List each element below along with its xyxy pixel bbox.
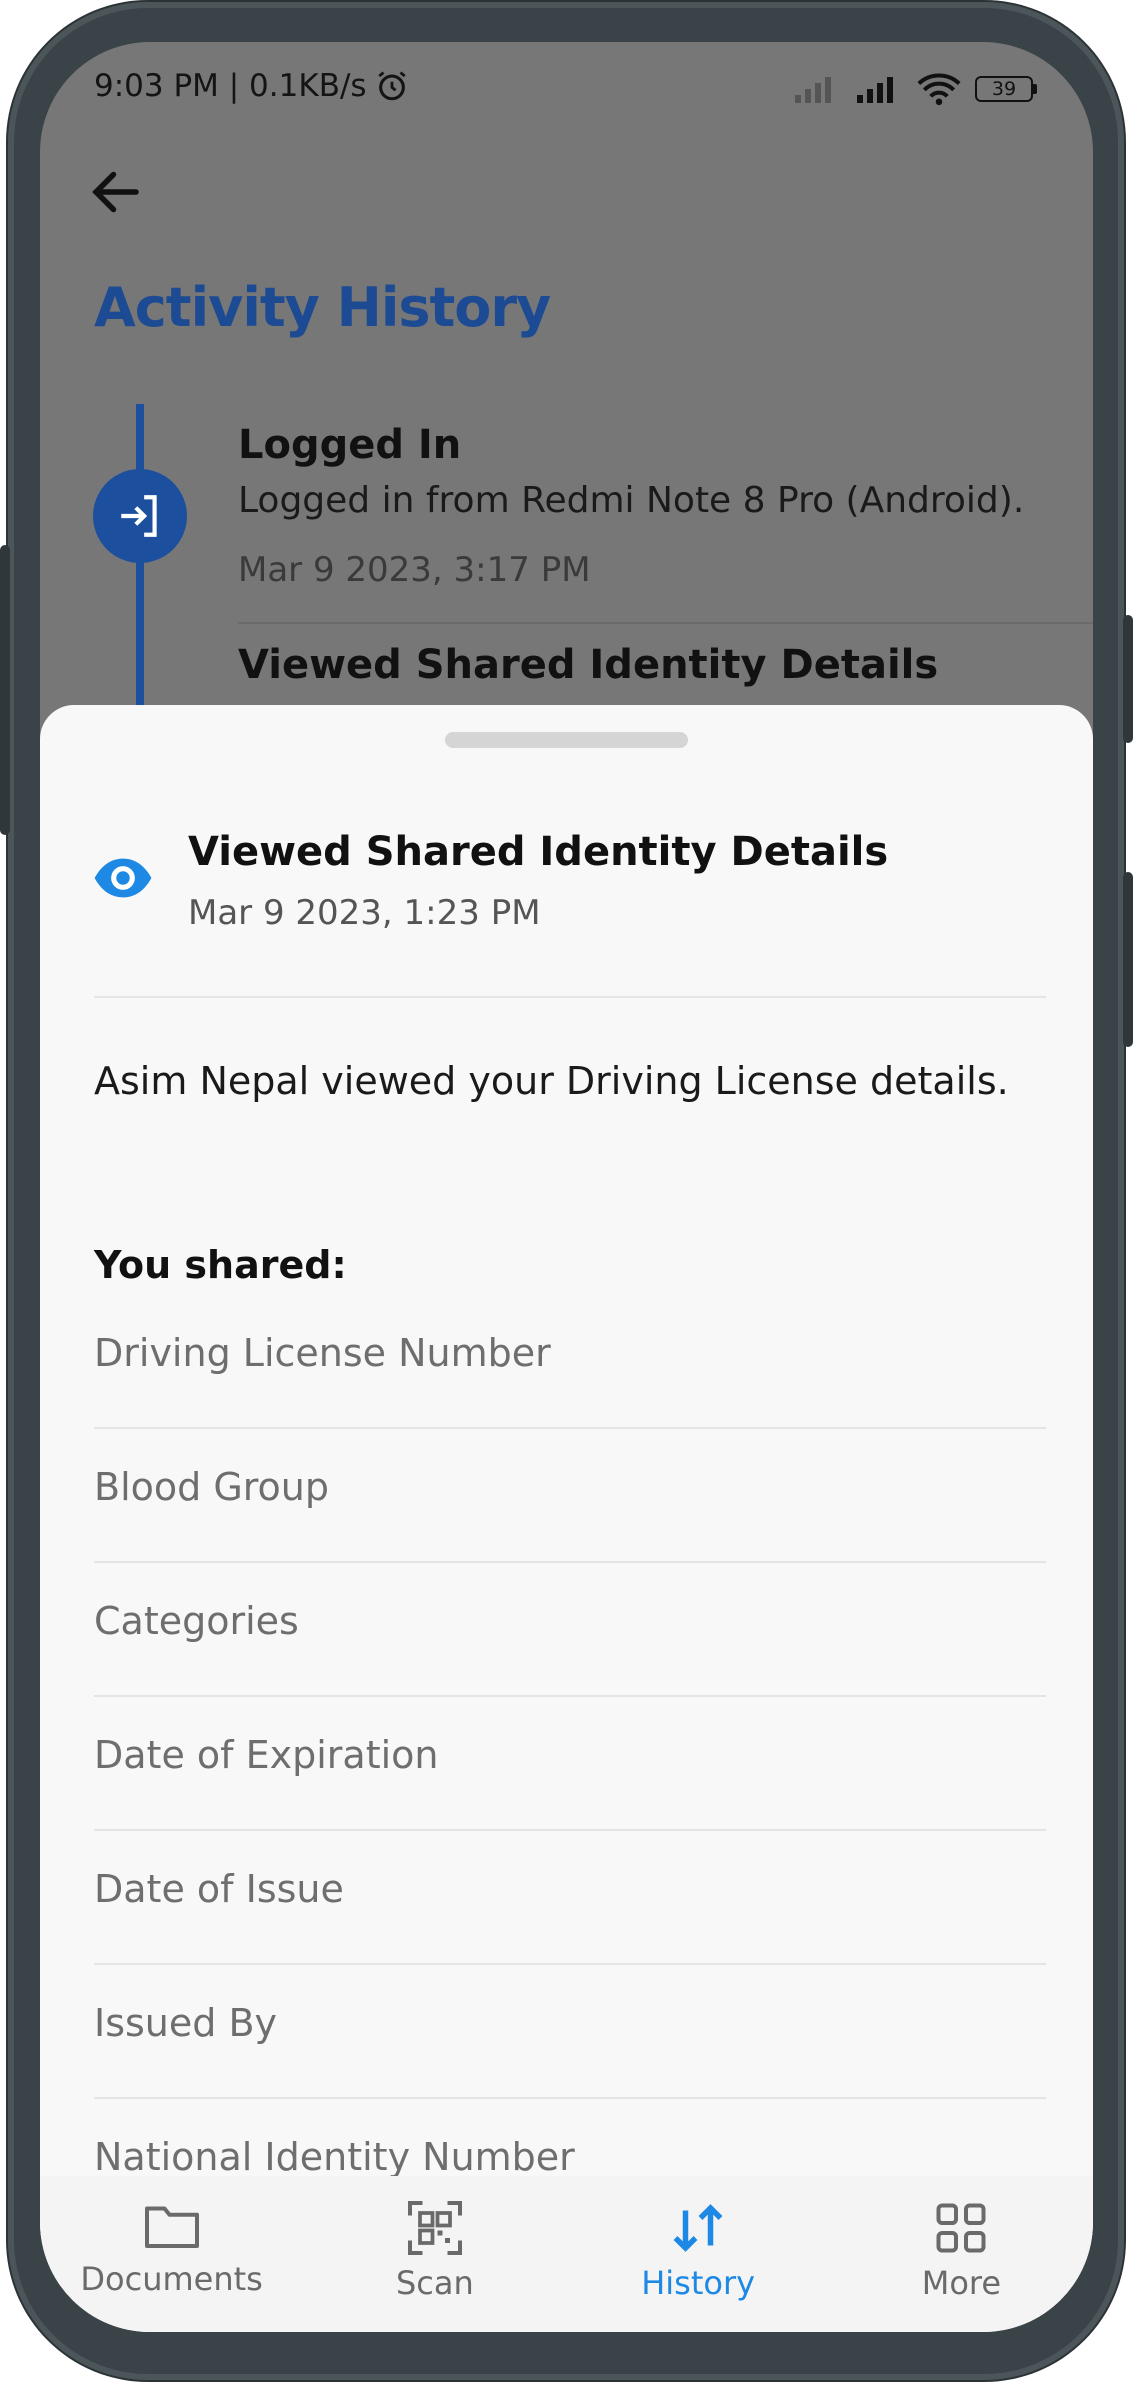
bottom-nav: Documents Scan History More — [40, 2176, 1093, 2332]
sheet-title: Viewed Shared Identity Details — [188, 829, 889, 875]
status-left: 9:03 PM | 0.1KB/s — [94, 68, 409, 104]
shared-field-label: Issued By — [94, 2001, 278, 2045]
battery-icon: 39 — [975, 76, 1037, 102]
nav-label: Documents — [80, 2260, 263, 2298]
status-bar: 9:03 PM | 0.1KB/s 39 — [40, 42, 1093, 138]
shared-field-label: Date of Expiration — [94, 1733, 439, 1777]
battery-level: 39 — [991, 78, 1017, 100]
shared-field-label: Blood Group — [94, 1465, 330, 1509]
nav-label: More — [921, 2264, 1002, 2302]
shared-field-label: National Identity Number — [94, 2135, 575, 2179]
divider — [238, 622, 1093, 624]
back-arrow-icon[interactable] — [86, 162, 146, 222]
status-time: 9:03 PM | 0.1KB/s — [94, 68, 367, 104]
divider — [94, 996, 1046, 998]
wifi-icon — [917, 73, 961, 106]
drag-handle[interactable] — [445, 732, 688, 748]
swap-arrows-icon — [673, 2204, 723, 2252]
shared-field-label: Categories — [94, 1599, 299, 1643]
timeline-entry-title: Logged In — [238, 422, 462, 468]
timeline-entry-title[interactable]: Viewed Shared Identity Details — [238, 642, 938, 688]
screen: 9:03 PM | 0.1KB/s 39 Activity History Lo… — [40, 42, 1093, 2332]
grid-icon — [936, 2203, 986, 2253]
shared-field-row: Date of Expiration — [94, 1697, 1046, 1831]
nav-label: Scan — [395, 2264, 474, 2302]
signal-icon — [795, 77, 831, 103]
shared-field-row: Categories — [94, 1563, 1046, 1697]
signal-icon — [857, 77, 893, 103]
side-button-right-bottom — [1123, 872, 1133, 1047]
nav-history[interactable]: History — [567, 2176, 830, 2332]
side-button-left — [0, 545, 10, 835]
nav-documents[interactable]: Documents — [40, 2176, 303, 2332]
shared-field-row: Blood Group — [94, 1429, 1046, 1563]
shared-field-row: Date of Issue — [94, 1831, 1046, 1965]
shared-field-row: Issued By — [94, 1965, 1046, 2099]
login-icon — [93, 469, 187, 563]
shared-field-row: Driving License Number — [94, 1295, 1046, 1429]
sheet-time: Mar 9 2023, 1:23 PM — [188, 893, 541, 933]
sheet-description: Asim Nepal viewed your Driving License d… — [94, 1059, 1009, 1103]
side-button-right-top — [1123, 615, 1133, 743]
nav-scan[interactable]: Scan — [303, 2176, 566, 2332]
shared-field-label: Date of Issue — [94, 1867, 344, 1911]
status-right: 39 — [793, 72, 1037, 106]
timeline-entry-description: Logged in from Redmi Note 8 Pro (Android… — [238, 480, 1025, 521]
page-title: Activity History — [94, 276, 551, 339]
folder-icon — [144, 2206, 199, 2248]
shared-heading: You shared: — [94, 1243, 347, 1287]
timeline-entry-time: Mar 9 2023, 3:17 PM — [238, 550, 591, 590]
nav-label: History — [641, 2264, 756, 2302]
qr-scan-icon — [407, 2201, 462, 2255]
bottom-sheet: Viewed Shared Identity Details Mar 9 202… — [40, 705, 1093, 2332]
alarm-icon — [377, 71, 406, 101]
nav-more[interactable]: More — [830, 2176, 1093, 2332]
eye-icon — [94, 858, 152, 898]
shared-field-label: Driving License Number — [94, 1331, 551, 1375]
